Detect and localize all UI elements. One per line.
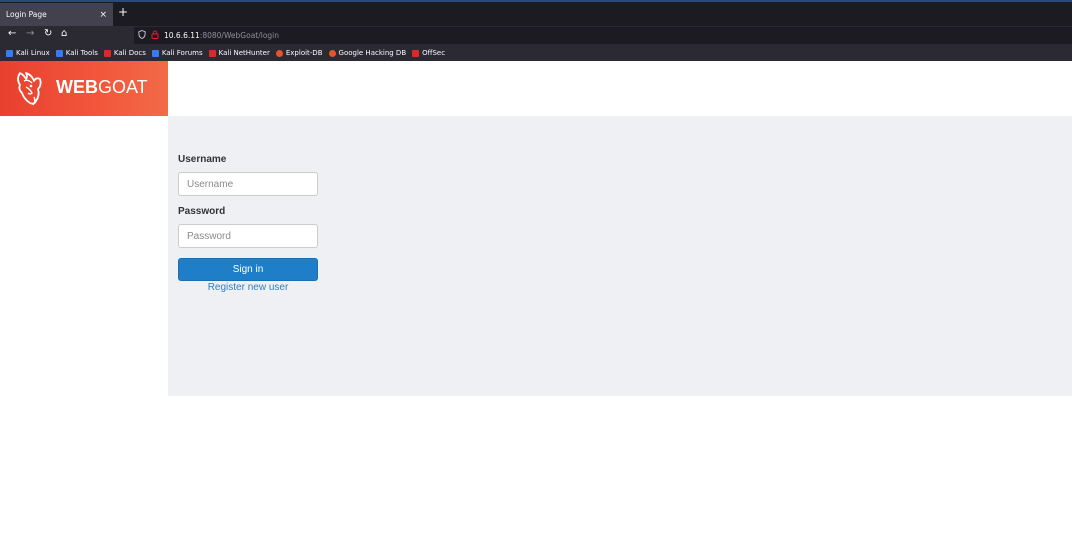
bookmark-kali-linux[interactable]: Kali Linux <box>6 49 50 57</box>
new-tab-icon[interactable]: + <box>118 5 128 19</box>
bookmarks-bar: Kali Linux Kali Tools Kali Docs Kali For… <box>0 45 1072 61</box>
ghdb-icon <box>328 49 336 57</box>
forward-icon[interactable]: → <box>26 28 34 39</box>
page-header <box>168 61 1072 116</box>
kali-docs-icon <box>103 49 111 57</box>
tab-title: Login Page <box>6 10 47 19</box>
offsec-icon <box>412 49 420 57</box>
webgoat-logo[interactable]: WEBGOAT <box>0 61 168 116</box>
url-bar[interactable]: 10.6.6.11 :8080/WebGoat/login <box>134 27 1072 44</box>
browser-tab[interactable]: Login Page × <box>0 3 113 26</box>
bookmark-label: Kali Docs <box>113 49 146 57</box>
exploit-db-icon <box>275 49 283 57</box>
shield-icon[interactable] <box>138 30 146 41</box>
browser-nav-bar: ← → ↻ ⌂ 10.6.6.11 :8080/WebGoat/login <box>0 26 1072 45</box>
kali-tools-icon <box>55 49 63 57</box>
login-content-area: Username Password Sign in Register new u… <box>168 116 1072 396</box>
username-field[interactable] <box>178 172 318 196</box>
bookmark-kali-tools[interactable]: Kali Tools <box>55 49 98 57</box>
tab-close-icon[interactable]: × <box>99 10 107 20</box>
bookmark-exploit-db[interactable]: Exploit-DB <box>275 49 323 57</box>
bookmark-kali-docs[interactable]: Kali Docs <box>103 49 146 57</box>
register-new-user-link[interactable]: Register new user <box>178 282 318 293</box>
logo-text-web: WEB <box>56 77 98 97</box>
logo-text-goat: GOAT <box>98 77 148 97</box>
url-path: :8080/WebGoat/login <box>199 31 280 40</box>
bookmark-offsec[interactable]: OffSec <box>412 49 445 57</box>
bookmark-label: Kali Tools <box>65 49 98 57</box>
password-field[interactable] <box>178 224 318 248</box>
username-label: Username <box>178 154 227 165</box>
bookmark-label: Kali Linux <box>16 49 50 57</box>
back-icon[interactable]: ← <box>8 28 16 39</box>
bookmark-label: Exploit-DB <box>285 49 323 57</box>
logo-text: WEBGOAT <box>56 77 148 98</box>
login-form: Username Password Sign in Register new u… <box>178 144 318 294</box>
bookmark-kali-nethunter[interactable]: Kali NetHunter <box>208 49 270 57</box>
bookmark-label: Kali Forums <box>161 49 203 57</box>
kali-nethunter-icon <box>208 49 216 57</box>
goat-head-icon <box>17 72 42 106</box>
webgoat-page: WEBGOAT Username Password Sign in Regist… <box>0 61 1072 538</box>
bookmark-label: Kali NetHunter <box>218 49 270 57</box>
home-icon[interactable]: ⌂ <box>61 28 67 39</box>
bookmark-google-hacking-db[interactable]: Google Hacking DB <box>328 49 407 57</box>
browser-tab-bar: Login Page × + <box>0 0 1072 26</box>
bookmark-label: OffSec <box>422 49 446 57</box>
kali-dragon-icon <box>6 49 13 57</box>
url-host: 10.6.6.11 <box>164 31 200 40</box>
bookmark-label: Google Hacking DB <box>338 49 407 57</box>
password-label: Password <box>178 206 226 217</box>
lock-insecure-icon[interactable] <box>151 30 159 41</box>
kali-forums-icon <box>151 49 159 57</box>
reload-icon[interactable]: ↻ <box>44 28 52 39</box>
bookmark-kali-forums[interactable]: Kali Forums <box>151 49 203 57</box>
sign-in-button[interactable]: Sign in <box>178 258 318 281</box>
